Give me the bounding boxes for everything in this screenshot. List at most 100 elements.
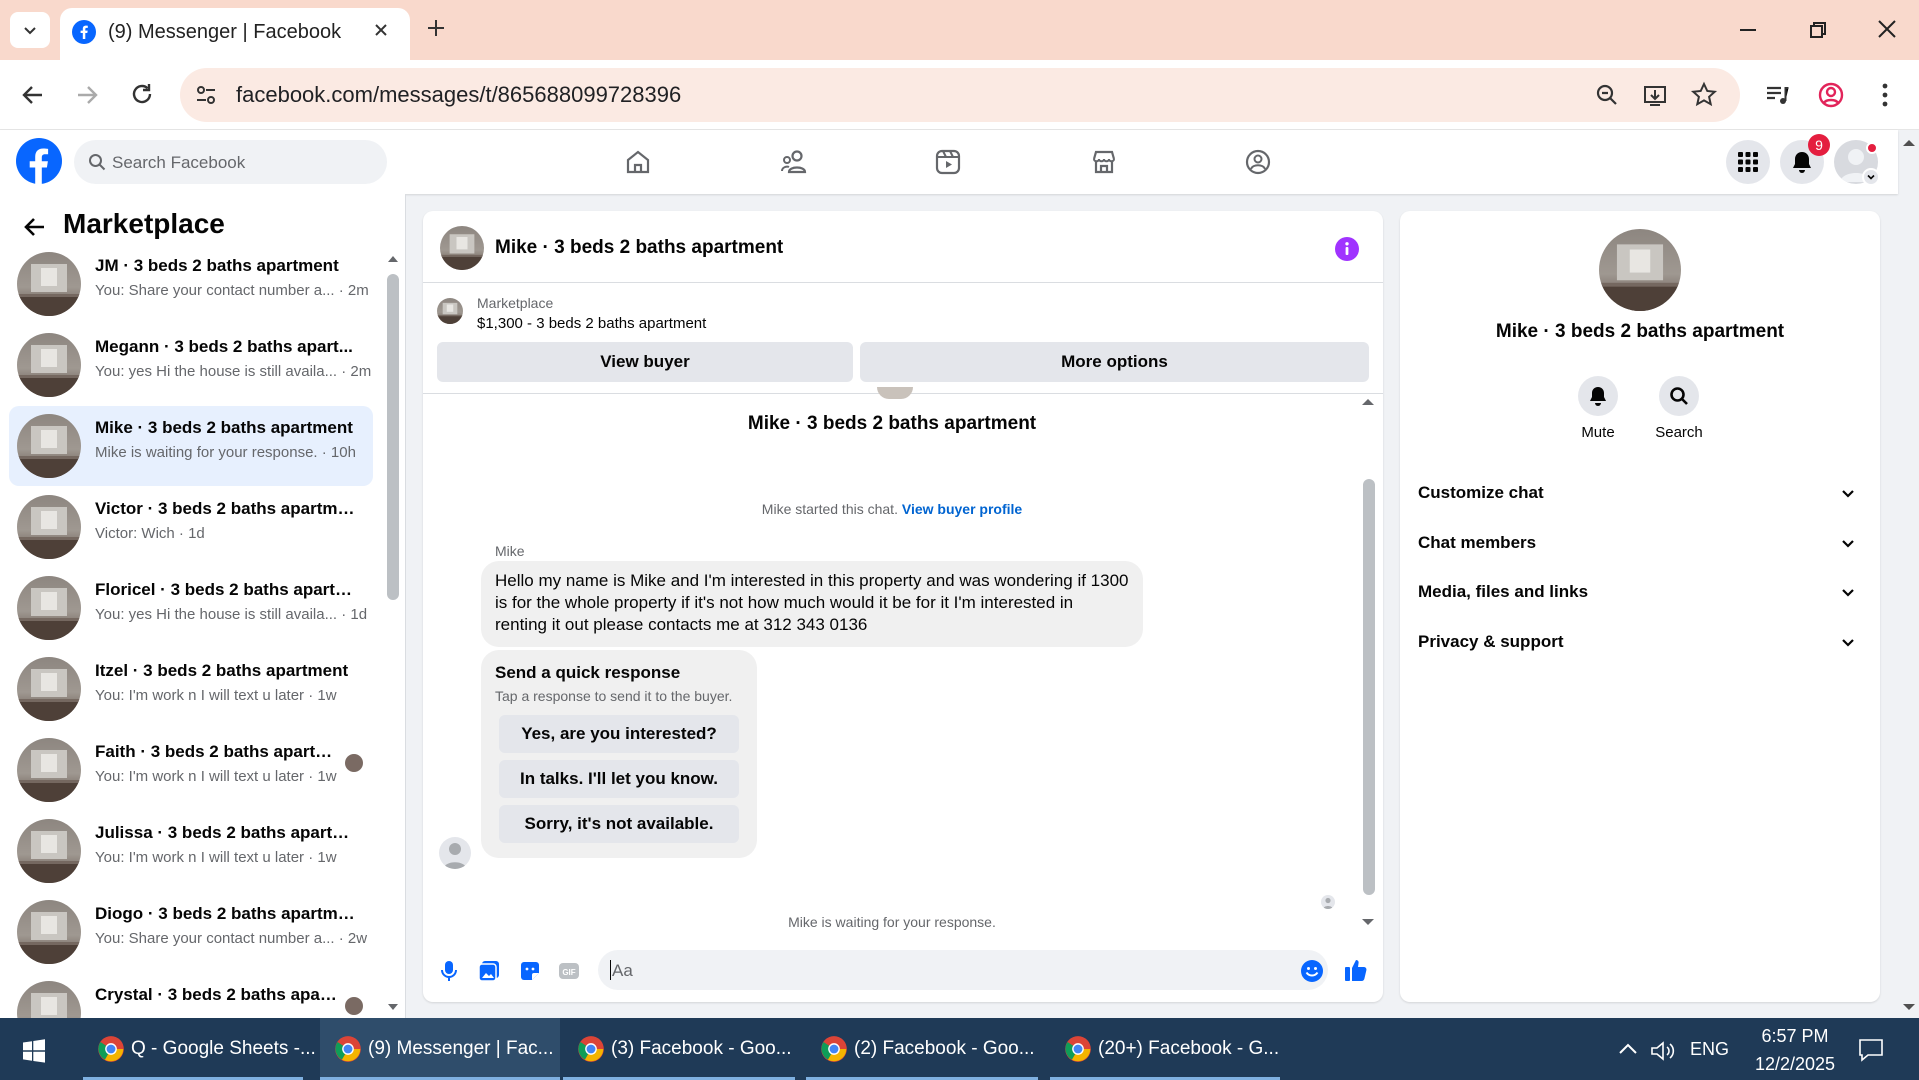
listing-thumbnail — [437, 298, 463, 324]
conversation-item[interactable]: Victor · 3 beds 2 baths apartment Victor… — [9, 487, 373, 567]
conversation-item[interactable]: Julissa · 3 beds 2 baths apartme... You:… — [9, 811, 373, 891]
windows-start-icon[interactable] — [22, 1039, 46, 1063]
conversation-item-active[interactable]: Mike · 3 beds 2 baths apartment Mike is … — [9, 406, 373, 486]
conversation-item[interactable]: JM · 3 beds 2 baths apartment You: Share… — [9, 244, 373, 324]
bookmark-star-icon[interactable] — [1690, 81, 1718, 109]
page-scroll-up-icon[interactable] — [1902, 138, 1916, 148]
video-icon[interactable] — [934, 148, 962, 176]
browser-tab-active[interactable]: (9) Messenger | Facebook — [60, 8, 410, 60]
browser-menu-icon[interactable] — [1880, 80, 1890, 110]
omnibox[interactable]: facebook.com/messages/t/865688099728396 — [180, 68, 1740, 122]
conversation-item[interactable]: Megann · 3 beds 2 baths apart... You: ye… — [9, 325, 373, 405]
thread-header-name: Mike · 3 beds 2 baths apartment — [747, 413, 1037, 434]
account-alert-dot — [1866, 142, 1878, 154]
quick-response-button[interactable]: Yes, are you interested? — [499, 715, 739, 753]
microphone-icon[interactable] — [439, 959, 459, 983]
profile-icon[interactable] — [1816, 80, 1846, 110]
conversation-preview: Mike is waiting for your response. · 10h — [95, 444, 356, 461]
conversation-name: Itzel · 3 beds 2 baths apartment — [95, 661, 349, 680]
conversation-preview: You: Share your contact number a... · 2m — [95, 282, 369, 299]
thread-scrollbar[interactable] — [1363, 479, 1375, 895]
sidebar-scrollbar[interactable] — [387, 274, 399, 600]
conversation-name: Diogo · 3 beds 2 baths apartme... — [95, 904, 360, 923]
more-options-button[interactable]: More options — [860, 342, 1369, 382]
url-text[interactable]: facebook.com/messages/t/865688099728396 — [236, 82, 681, 108]
quick-response-button[interactable]: Sorry, it's not available. — [499, 805, 739, 843]
sticker-icon[interactable] — [518, 959, 542, 983]
reload-icon[interactable] — [128, 80, 156, 108]
speaker-icon[interactable] — [1650, 1040, 1676, 1062]
menu-grid-button[interactable] — [1726, 140, 1770, 184]
mute-button[interactable]: Mute — [1568, 376, 1628, 441]
account-menu-chevron[interactable] — [1862, 168, 1880, 186]
action-center-icon[interactable] — [1858, 1038, 1884, 1062]
new-tab-icon[interactable] — [424, 16, 448, 40]
taskbar-item-facebook-3[interactable]: (3) Facebook - Goo... — [563, 1018, 795, 1080]
view-buyer-button[interactable]: View buyer — [437, 342, 853, 382]
message-sender: Mike — [495, 543, 525, 559]
gif-icon[interactable]: GIF — [557, 959, 581, 983]
conversation-name: Megann · 3 beds 2 baths apart... — [95, 337, 353, 356]
clock-date[interactable]: 12/2/2025 — [1740, 1054, 1850, 1075]
forward-arrow-icon[interactable] — [74, 82, 100, 108]
install-app-icon[interactable] — [1642, 82, 1668, 108]
media-files-links-row[interactable]: Media, files and links — [1418, 572, 1864, 612]
listing-thumbnail — [17, 900, 81, 964]
taskbar-item-google-sheets[interactable]: Q - Google Sheets -... — [83, 1018, 316, 1080]
scroll-up-arrow-icon[interactable] — [387, 254, 399, 264]
message-input[interactable]: Aa — [598, 950, 1328, 990]
gaming-icon[interactable] — [1244, 148, 1272, 176]
tab-search-button[interactable] — [10, 12, 50, 48]
marketplace-icon[interactable] — [1090, 148, 1118, 176]
default-avatar-icon — [1323, 897, 1333, 909]
clock-time[interactable]: 6:57 PM — [1752, 1026, 1838, 1047]
taskbar-item-messenger[interactable]: (9) Messenger | Fac... — [320, 1018, 560, 1080]
friends-icon[interactable] — [780, 148, 808, 176]
quick-response-button[interactable]: In talks. I'll let you know. — [499, 760, 739, 798]
search-in-chat-button[interactable]: Search — [1649, 376, 1709, 441]
facebook-search-box[interactable]: Search Facebook — [74, 140, 387, 184]
message-placeholder: Aa — [612, 961, 633, 980]
media-control-icon[interactable] — [1764, 82, 1790, 108]
facebook-logo-icon[interactable] — [16, 138, 62, 184]
listing-title[interactable]: $1,300 - 3 beds 2 baths apartment — [477, 315, 706, 332]
taskbar-item-facebook-20[interactable]: (20+) Facebook - G... — [1050, 1018, 1280, 1080]
conversation-item[interactable]: Floricel · 3 beds 2 baths apartm... You:… — [9, 568, 373, 648]
scroll-up-arrow-icon[interactable] — [1361, 397, 1375, 407]
marketplace-listing-bar: Marketplace $1,300 - 3 beds 2 baths apar… — [423, 284, 1383, 394]
privacy-support-row[interactable]: Privacy & support — [1418, 622, 1864, 662]
facebook-top-nav: Search Facebook 9 — [0, 130, 1898, 194]
conversation-item[interactable]: Faith · 3 beds 2 baths apartm... You: I'… — [9, 730, 373, 810]
emoji-icon[interactable] — [1300, 959, 1324, 983]
tray-expand-icon[interactable] — [1618, 1042, 1638, 1056]
home-icon[interactable] — [624, 148, 652, 176]
thumbs-up-icon[interactable] — [1343, 957, 1369, 983]
conversation-item[interactable]: Itzel · 3 beds 2 baths apartment You: I'… — [9, 649, 373, 729]
page-scroll-down-icon[interactable] — [1902, 1002, 1916, 1012]
window-close-icon[interactable] — [1874, 16, 1900, 42]
restore-icon[interactable] — [1806, 18, 1830, 42]
buyer-avatar[interactable] — [439, 837, 471, 869]
zoom-out-icon[interactable] — [1594, 82, 1620, 108]
site-info-icon[interactable] — [194, 83, 218, 107]
input-language[interactable]: ENG — [1690, 1039, 1729, 1060]
taskbar-item-facebook-2[interactable]: (2) Facebook - Goo... — [806, 1018, 1038, 1080]
close-icon[interactable] — [372, 21, 390, 39]
chat-thumbnail[interactable] — [440, 226, 484, 270]
incoming-message: Hello my name is Mike and I'm interested… — [481, 561, 1143, 647]
chat-members-row[interactable]: Chat members — [1418, 523, 1864, 563]
back-arrow-icon[interactable] — [22, 214, 48, 240]
photo-icon[interactable] — [477, 959, 501, 983]
minimize-icon[interactable] — [1736, 18, 1760, 42]
back-arrow-icon[interactable] — [20, 82, 46, 108]
conversation-item[interactable]: Crystal · 3 beds 2 baths apart... — [9, 973, 373, 1018]
scroll-down-arrow-icon[interactable] — [387, 1002, 399, 1012]
info-icon[interactable] — [1335, 237, 1359, 261]
search-placeholder: Search Facebook — [112, 153, 246, 172]
view-buyer-profile-link[interactable]: View buyer profile — [902, 501, 1022, 517]
chat-title[interactable]: Mike · 3 beds 2 baths apartment — [495, 237, 783, 259]
scroll-down-arrow-icon[interactable] — [1361, 917, 1375, 927]
svg-text:GIF: GIF — [562, 968, 575, 977]
conversation-item[interactable]: Diogo · 3 beds 2 baths apartme... You: S… — [9, 892, 373, 972]
customize-chat-row[interactable]: Customize chat — [1418, 473, 1864, 513]
